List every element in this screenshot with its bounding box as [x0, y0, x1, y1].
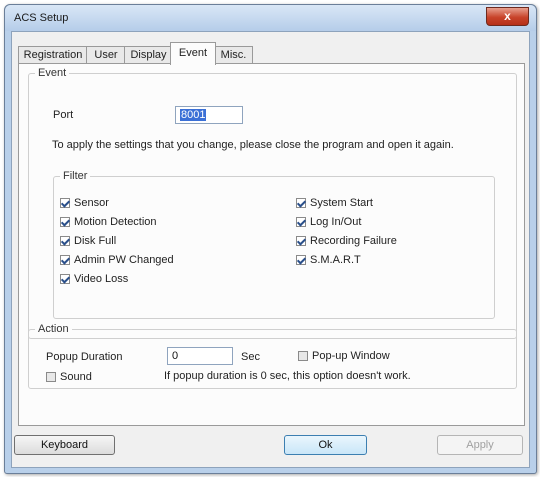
popup-window-checkbox[interactable]: Pop-up Window	[298, 350, 390, 362]
dialog-body: Registration User Display Event Misc. Ev…	[11, 31, 530, 468]
event-group-legend: Event	[38, 67, 67, 79]
tab-event[interactable]: Event	[170, 42, 216, 65]
system-start-checkbox[interactable]: System Start	[296, 197, 373, 209]
checkbox-box	[296, 255, 306, 265]
video-loss-label: Video Loss	[74, 273, 129, 285]
video-loss-checkbox[interactable]: Video Loss	[60, 273, 128, 285]
keyboard-button[interactable]: Keyboard	[14, 435, 115, 455]
tab-misc[interactable]: Misc.	[214, 46, 253, 64]
checkbox-box	[60, 236, 70, 246]
disk-full-label: Disk Full	[74, 235, 117, 247]
acs-setup-window: ACS Setup x Registration User Display Ev…	[4, 4, 537, 474]
checkbox-box	[296, 198, 306, 208]
event-tab-panel: Event Port 8001 To apply the settings th…	[18, 63, 525, 426]
popup-window-label: Pop-up Window	[312, 350, 390, 362]
recording-failure-label: Recording Failure	[310, 235, 397, 247]
checkbox-box	[296, 236, 306, 246]
log-in-out-label: Log In/Out	[310, 216, 362, 228]
checkbox-box	[296, 217, 306, 227]
checkbox-box	[60, 274, 70, 284]
ok-button[interactable]: Ok	[284, 435, 367, 455]
port-value: 8001	[180, 109, 207, 121]
smart-checkbox[interactable]: S.M.A.R.T	[296, 254, 361, 266]
action-group-legend: Action	[38, 323, 69, 335]
event-note: To apply the settings that you change, p…	[52, 139, 454, 151]
sound-checkbox[interactable]: Sound	[46, 371, 92, 383]
motion-detection-label: Motion Detection	[74, 216, 157, 228]
recording-failure-checkbox[interactable]: Recording Failure	[296, 235, 397, 247]
filter-group: Filter	[53, 170, 495, 319]
disk-full-checkbox[interactable]: Disk Full	[60, 235, 116, 247]
checkbox-box	[298, 351, 308, 361]
popup-duration-label: Popup Duration	[46, 351, 123, 363]
popup-note: If popup duration is 0 sec, this option …	[164, 370, 411, 382]
popup-duration-value: 0	[172, 350, 179, 362]
window-title: ACS Setup	[14, 12, 69, 24]
popup-duration-input[interactable]: 0	[167, 347, 233, 365]
tab-registration[interactable]: Registration	[18, 46, 88, 64]
system-start-label: System Start	[310, 197, 373, 209]
sec-label: Sec	[241, 351, 260, 363]
admin-pw-changed-checkbox[interactable]: Admin PW Changed	[60, 254, 174, 266]
checkbox-box	[46, 372, 56, 382]
smart-label: S.M.A.R.T	[310, 254, 361, 266]
tab-display[interactable]: Display	[124, 46, 173, 64]
admin-pw-changed-label: Admin PW Changed	[74, 254, 174, 266]
checkbox-box	[60, 217, 70, 227]
sound-label: Sound	[60, 371, 92, 383]
motion-detection-checkbox[interactable]: Motion Detection	[60, 216, 157, 228]
apply-button[interactable]: Apply	[437, 435, 523, 455]
tab-user[interactable]: User	[86, 46, 126, 64]
filter-group-legend: Filter	[63, 170, 88, 182]
sensor-label: Sensor	[74, 197, 109, 209]
log-in-out-checkbox[interactable]: Log In/Out	[296, 216, 361, 228]
checkbox-box	[60, 255, 70, 265]
checkbox-box	[60, 198, 70, 208]
title-bar[interactable]: ACS Setup x	[5, 5, 536, 31]
port-label: Port	[53, 109, 74, 121]
close-button[interactable]: x	[486, 7, 529, 26]
dialog-footer: Keyboard Ok Apply	[12, 434, 529, 467]
sensor-checkbox[interactable]: Sensor	[60, 197, 109, 209]
close-icon: x	[504, 9, 511, 23]
port-input[interactable]: 8001	[175, 106, 243, 124]
